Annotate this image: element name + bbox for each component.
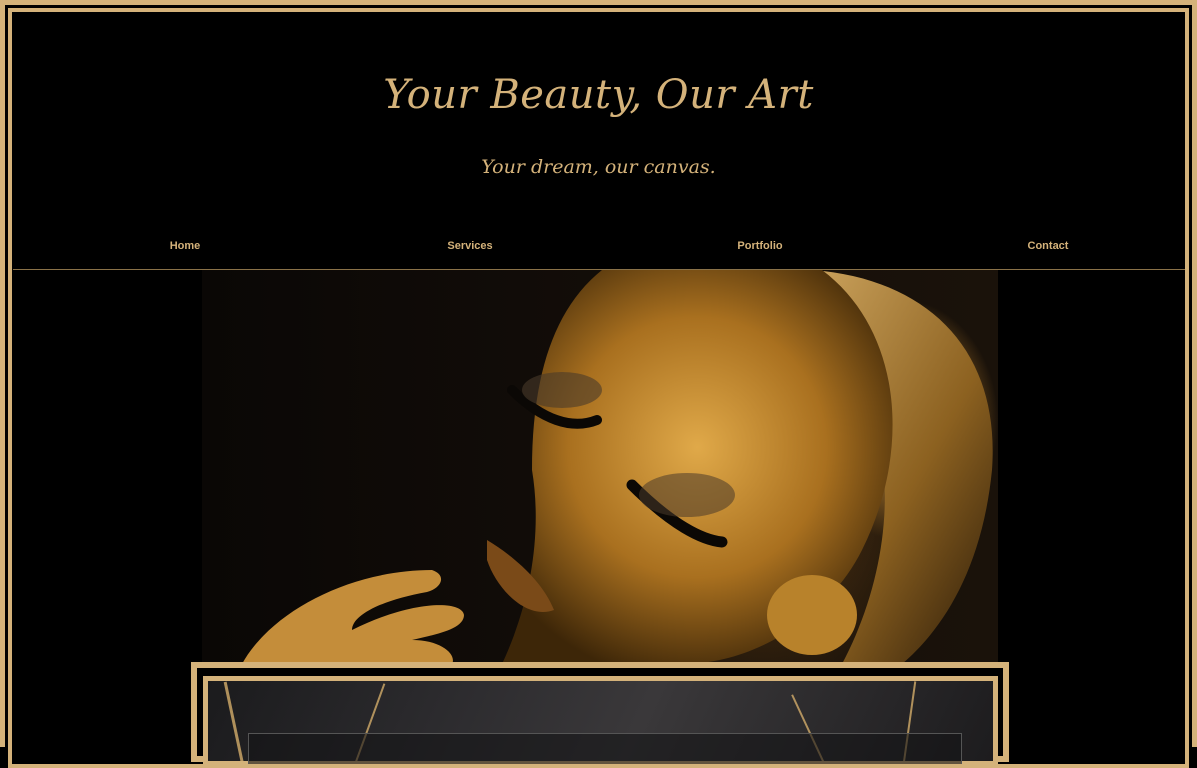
page-tagline: Your dream, our canvas. [481,156,716,178]
marble-vein [223,681,246,761]
portrait-illustration [242,270,993,664]
nav-services-link[interactable]: Services [447,240,492,252]
nav-home-link[interactable]: Home [170,240,201,252]
hero-image [202,270,998,664]
nav-portfolio-link[interactable]: Portfolio [737,240,782,252]
main-nav: Home Services Portfolio Contact [13,228,1185,270]
page-title: Your Beauty, Our Art [383,72,814,118]
content-panel [248,733,962,764]
nav-contact-link[interactable]: Contact [1028,240,1069,252]
